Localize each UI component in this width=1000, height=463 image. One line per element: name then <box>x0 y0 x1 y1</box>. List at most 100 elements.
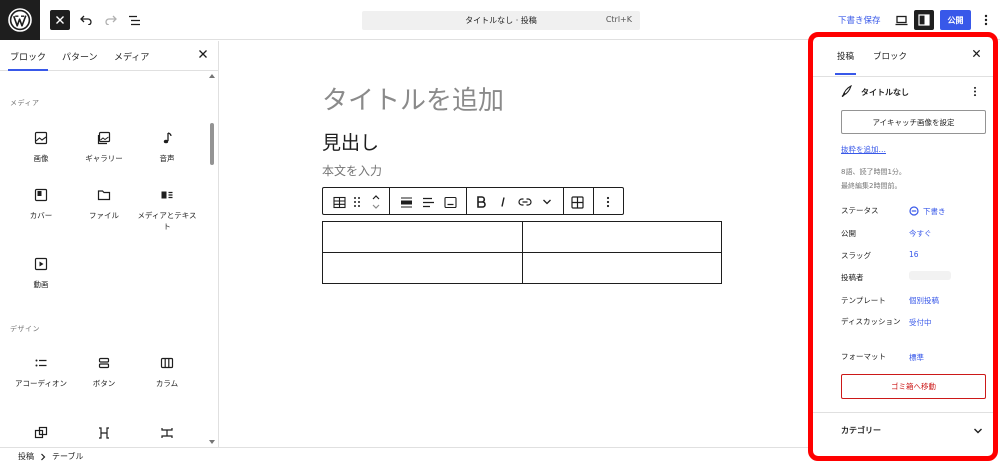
block-label: カラム <box>155 379 179 388</box>
align-wide-icon <box>400 196 412 208</box>
block-cover[interactable]: カバー <box>10 188 72 221</box>
command-palette-bar[interactable]: タイトルなし · 投稿 Ctrl+K <box>362 11 640 30</box>
block-buttons[interactable]: ボタン <box>73 356 135 389</box>
post-title-input[interactable]: タイトルを追加 <box>322 80 504 117</box>
format-label: フォーマット <box>841 352 886 361</box>
set-featured-image-button[interactable]: アイキャッチ画像を設定 <box>841 110 986 134</box>
chevron-down-icon <box>543 199 551 205</box>
save-draft-button[interactable]: 下書き保存 <box>838 14 881 26</box>
more-rich-text-button[interactable] <box>539 194 555 210</box>
block-row[interactable] <box>73 426 135 448</box>
block-media-text[interactable]: メディアとテキスト <box>136 188 198 232</box>
status-value-button[interactable]: 下書き <box>923 206 946 217</box>
breadcrumb-item-post[interactable]: 投稿 <box>18 451 34 462</box>
undo-button[interactable] <box>76 10 96 30</box>
italic-icon <box>501 197 505 207</box>
drag-handle-icon <box>354 197 360 207</box>
chevron-down-icon[interactable] <box>973 427 983 435</box>
close-inserter-button[interactable] <box>50 10 70 30</box>
add-excerpt-link[interactable]: 抜粋を追加… <box>841 144 886 155</box>
redo-button[interactable] <box>100 10 120 30</box>
section-heading-media: メディア <box>10 99 40 107</box>
toolbar-separator <box>593 188 594 214</box>
column-align-button[interactable] <box>420 194 436 210</box>
block-label: ギャラリー <box>85 154 123 163</box>
more-vertical-icon[interactable] <box>973 86 977 97</box>
block-stack[interactable] <box>136 426 198 448</box>
list-view-icon <box>128 15 140 25</box>
block-group[interactable] <box>10 426 72 448</box>
link-button[interactable] <box>517 194 533 210</box>
block-gallery[interactable]: ギャラリー <box>73 131 135 164</box>
publish-button[interactable]: 公開 <box>940 10 971 30</box>
block-label: ファイル <box>89 211 119 220</box>
sidebar-tabs: 投稿 ブロック <box>813 37 993 77</box>
heading-block[interactable]: 見出し <box>322 128 379 155</box>
stack-icon <box>161 428 173 438</box>
block-label: 画像 <box>33 154 49 163</box>
close-icon <box>56 16 64 24</box>
category-panel-toggle[interactable]: カテゴリー <box>841 425 881 436</box>
slug-value-button[interactable]: 16 <box>909 250 919 259</box>
block-options-button[interactable] <box>600 194 616 210</box>
block-label: カバー <box>29 211 53 220</box>
draft-status-icon <box>909 206 919 216</box>
document-title: タイトルなし · 投稿 <box>465 16 537 25</box>
block-video[interactable]: 動画 <box>10 257 72 290</box>
discussion-value-button[interactable]: 受付中 <box>909 317 932 328</box>
move-up-down-button[interactable] <box>368 194 384 210</box>
edit-table-button[interactable] <box>569 194 585 210</box>
close-sidebar-button[interactable] <box>972 49 981 58</box>
sidebar-icon <box>918 14 930 26</box>
align-button[interactable] <box>398 194 414 210</box>
table-block[interactable] <box>322 221 722 284</box>
tab-block[interactable]: ブロック <box>873 50 907 62</box>
block-columns[interactable]: カラム <box>136 356 198 389</box>
undo-icon <box>79 15 92 25</box>
format-value-button[interactable]: 標準 <box>909 352 924 363</box>
block-accordion[interactable]: アコーディオン <box>10 356 72 389</box>
document-overview-button[interactable] <box>124 10 144 30</box>
block-audio[interactable]: 音声 <box>136 131 198 164</box>
paragraph-block[interactable]: 本文を入力 <box>322 162 382 179</box>
word-count-text: 8語、読了時間1分。 <box>841 168 906 176</box>
drag-handle[interactable] <box>349 194 365 210</box>
media-text-icon <box>161 191 173 199</box>
row-icon <box>99 427 109 439</box>
tab-blocks[interactable]: ブロック <box>7 50 49 71</box>
inserter-scroll-thumb[interactable] <box>210 123 214 165</box>
publish-date-button[interactable]: 今すぐ <box>909 228 932 239</box>
tab-post[interactable]: 投稿 <box>834 50 857 75</box>
post-icon <box>841 85 852 97</box>
desktop-icon <box>895 15 907 25</box>
close-icon <box>972 49 981 58</box>
caption-button[interactable] <box>442 194 458 210</box>
slug-label: スラッグ <box>841 251 871 260</box>
move-to-trash-button[interactable]: ゴミ箱へ移動 <box>841 374 986 399</box>
settings-toggle-button[interactable] <box>914 10 934 30</box>
preview-button[interactable] <box>891 10 911 30</box>
block-image[interactable]: 画像 <box>10 131 72 164</box>
author-value-button[interactable] <box>909 271 951 280</box>
discussion-label: ディスカッション <box>841 317 901 326</box>
status-label: ステータス <box>841 206 879 215</box>
bold-button[interactable] <box>473 194 489 210</box>
close-icon <box>199 50 207 58</box>
tab-media[interactable]: メディア <box>114 50 149 63</box>
align-left-icon <box>422 197 434 207</box>
music-note-icon <box>163 132 172 144</box>
block-file[interactable]: ファイル <box>73 188 135 221</box>
wordpress-logo-button[interactable] <box>0 0 40 40</box>
options-menu-button[interactable] <box>976 10 996 30</box>
video-icon <box>34 257 48 271</box>
template-value-button[interactable]: 個別投稿 <box>909 295 939 306</box>
inserter-tabs: ブロック パターン メディア <box>0 41 218 71</box>
italic-button[interactable] <box>495 194 511 210</box>
breadcrumb-item-table[interactable]: テーブル <box>52 451 84 462</box>
close-inserter-panel-button[interactable] <box>198 49 208 59</box>
accordion-icon <box>35 359 47 367</box>
tab-patterns[interactable]: パターン <box>62 50 98 63</box>
block-type-button[interactable] <box>331 194 347 210</box>
block-label: ボタン <box>92 379 116 388</box>
toolbar-separator <box>563 188 564 214</box>
